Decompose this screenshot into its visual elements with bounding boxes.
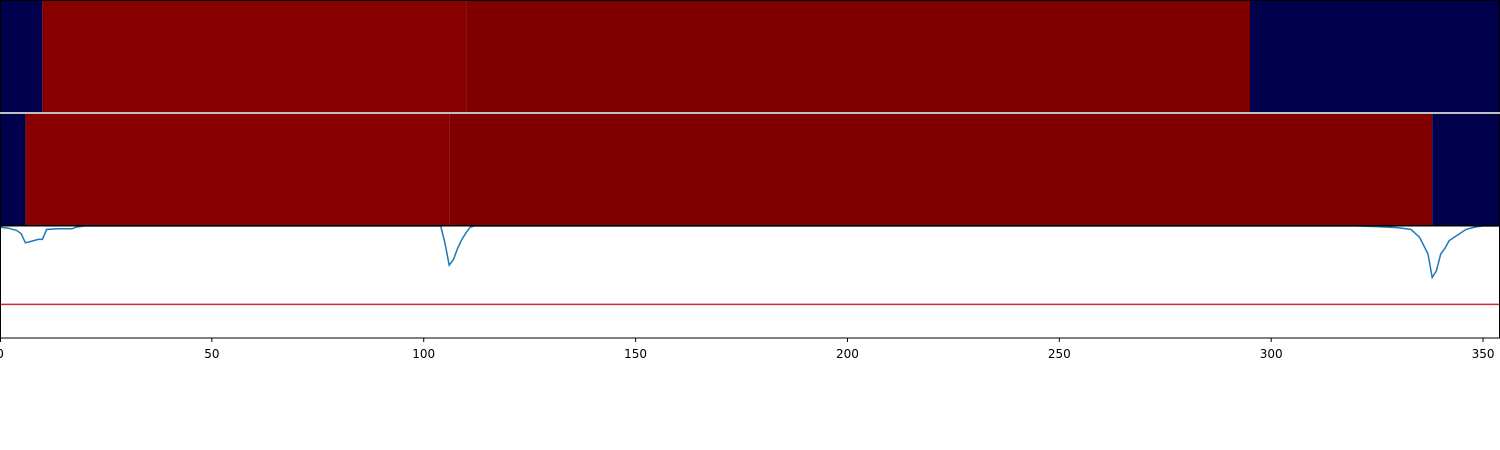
line-panel (0, 225, 1500, 339)
track-0-segment-2 (466, 0, 1250, 113)
x-tick-label-6: 300 (1260, 347, 1283, 361)
series-line (0, 226, 1500, 280)
track-0-segment-1 (42, 0, 467, 113)
line-panel-frame (0, 225, 1500, 339)
x-tick-label-0: 0 (0, 347, 4, 361)
x-tick-label-5: 250 (1048, 347, 1071, 361)
chart: 0 50 100 150 200 250 300 350 (0, 0, 1500, 361)
x-tick-label-7: 350 (1472, 347, 1495, 361)
x-tick-label-2: 100 (412, 347, 435, 361)
track-0-segment-3 (1250, 0, 1500, 113)
x-axis: 0 50 100 150 200 250 300 350 (0, 338, 1495, 361)
x-tick-label-4: 200 (836, 347, 859, 361)
x-tick-label-3: 150 (624, 347, 647, 361)
track-1-segment-0 (0, 113, 26, 226)
track-1-segment-3 (1432, 113, 1500, 226)
track-1-segment-2 (449, 113, 1433, 226)
heatmap-tracks (0, 0, 1500, 226)
x-tick-label-1: 50 (204, 347, 219, 361)
track-1-segment-1 (25, 113, 450, 226)
track-0-segment-0 (0, 0, 43, 113)
